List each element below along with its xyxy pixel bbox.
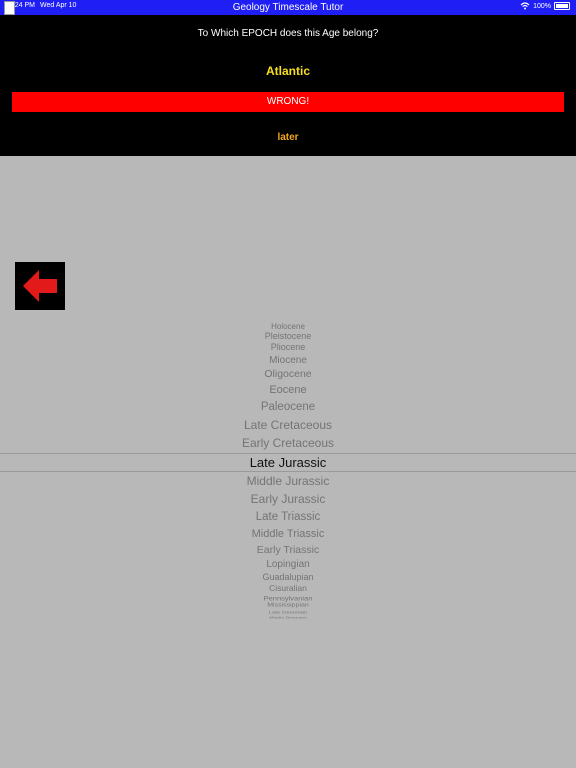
result-banner: WRONG! [12, 92, 564, 112]
picker-selection-bottom [0, 471, 576, 472]
picker-item[interactable]: Late Jurassic [0, 455, 576, 470]
picker-item[interactable]: Cisuralian [0, 583, 576, 593]
picker-item[interactable]: Early Cretaceous [0, 436, 576, 450]
picker-item[interactable]: Middle Devonian [0, 617, 576, 620]
battery-icon [554, 2, 570, 10]
picker-item[interactable]: Late Cretaceous [0, 418, 576, 432]
picker-item[interactable]: Pennsylvanian [0, 595, 576, 603]
age-name: Atlantic [265, 64, 310, 78]
picker-selection-top [0, 453, 576, 454]
wifi-icon [520, 2, 530, 10]
question-text: To Which EPOCH does this Age belong? [197, 28, 379, 39]
picker-item[interactable]: Miocene [0, 355, 576, 366]
battery-percent: 100% [533, 2, 551, 10]
app-title: Geology Timescale Tutor [232, 2, 344, 13]
left-arrow-icon [23, 270, 57, 302]
picker-item[interactable]: Early Triassic [0, 544, 576, 556]
picker-item[interactable]: Lopingian [0, 559, 576, 570]
back-button[interactable] [15, 262, 65, 310]
picker-item[interactable]: Oligocene [0, 368, 576, 380]
picker-item[interactable]: Guadalupian [0, 572, 576, 582]
picker-item[interactable]: Early Jurassic [0, 492, 576, 506]
picker-item[interactable]: Late Devonian [0, 611, 576, 615]
picker-item[interactable]: Late Triassic [0, 511, 576, 523]
picker-item[interactable]: Pleistocene [0, 331, 576, 341]
picker-item[interactable]: Eocene [0, 384, 576, 396]
picker-item[interactable]: Holocene [0, 322, 576, 331]
status-bar: 12:24 PM Wed Apr 10 Geology Timescale Tu… [0, 0, 576, 15]
picker-item[interactable]: Pliocene [0, 342, 576, 352]
later-button[interactable]: later [0, 132, 576, 143]
picker-item[interactable]: Mississippian [0, 603, 576, 608]
quiz-header: To Which EPOCH does this Age belong? Atl… [0, 15, 576, 156]
picker-item[interactable]: Middle Jurassic [0, 474, 576, 488]
picker-item[interactable]: Paleocene [0, 401, 576, 413]
status-right: 100% [520, 2, 570, 10]
picker-item[interactable]: Middle Triassic [0, 528, 576, 540]
